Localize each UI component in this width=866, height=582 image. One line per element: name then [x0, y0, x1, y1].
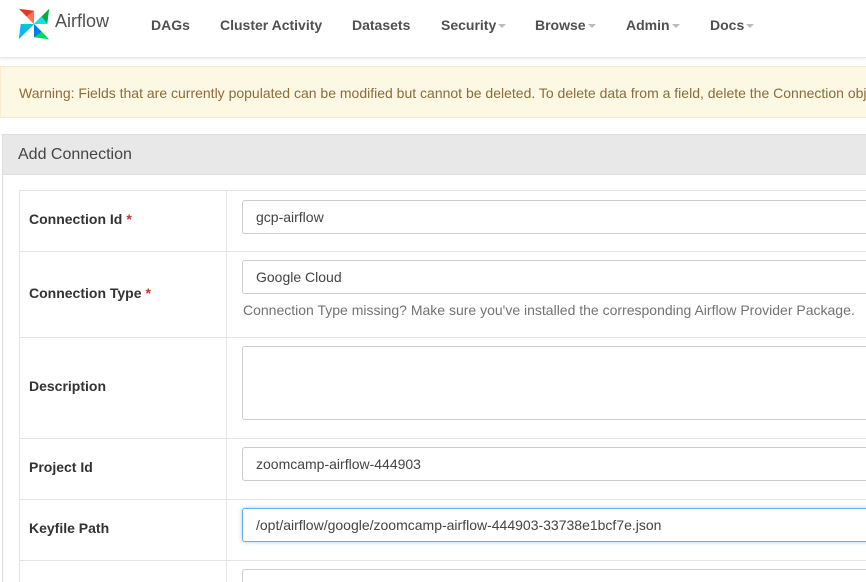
form-row-keyfile-path: Keyfile Path /opt/airflow/google/zoomcam…: [19, 500, 866, 561]
caret-down-icon: [587, 24, 596, 28]
required-marker: *: [145, 285, 151, 301]
project-id-label: Project Id: [29, 459, 93, 475]
form-label-cell: Description: [20, 338, 227, 438]
connection-id-label-text: Connection Id: [29, 211, 123, 227]
description-textarea[interactable]: [242, 346, 866, 420]
form-label-cell: Connection Type *: [20, 252, 227, 337]
form-label-cell: Keyfile Path: [20, 500, 227, 560]
form-row-connection-id: Connection Id * gcp-airflow: [19, 191, 866, 252]
caret-down-icon: [746, 24, 755, 28]
nav-dags[interactable]: DAGs: [151, 17, 190, 33]
keyfile-path-label: Keyfile Path: [29, 520, 110, 536]
form-row-connection-type: Connection Type * Google Cloud Connection…: [19, 252, 866, 338]
top-navbar: Airflow DAGs Cluster Activity Datasets S…: [0, 0, 866, 58]
caret-down-icon: [498, 24, 507, 28]
description-label: Description: [29, 378, 107, 394]
airflow-pinwheel-icon: [18, 8, 50, 40]
nav-datasets[interactable]: Datasets: [352, 17, 410, 33]
add-connection-panel: Add Connection Connection Id * gcp-airflo…: [2, 134, 866, 582]
nav-admin[interactable]: Admin: [626, 17, 680, 33]
project-id-input[interactable]: zoomcamp-airflow-444903: [242, 447, 866, 481]
nav-docs[interactable]: Docs: [710, 17, 755, 33]
connection-id-input[interactable]: gcp-airflow: [242, 200, 866, 234]
warning-alert: Warning: Fields that are currently popul…: [0, 66, 866, 118]
required-marker: *: [126, 211, 132, 227]
form-label-cell: [20, 561, 227, 582]
brand-name: Airflow: [55, 10, 110, 31]
connection-form: Connection Id * gcp-airflow Connection Ty…: [19, 190, 866, 582]
connection-type-select[interactable]: Google Cloud: [242, 260, 866, 294]
next-field-input[interactable]: [242, 569, 866, 582]
nav-security-label: Security: [441, 17, 497, 33]
keyfile-path-input[interactable]: /opt/airflow/google/zoomcamp-airflow-444…: [242, 508, 866, 542]
caret-down-icon: [671, 24, 680, 28]
nav-browse[interactable]: Browse: [535, 17, 596, 33]
warning-text: Warning: Fields that are currently popul…: [19, 85, 866, 101]
form-label-cell: Connection Id *: [20, 191, 227, 251]
form-label-cell: Project Id: [20, 439, 227, 499]
nav-admin-label: Admin: [626, 17, 670, 33]
connection-type-help-text: Connection Type missing? Make sure you'v…: [243, 302, 855, 318]
connection-type-label: Connection Type *: [29, 285, 151, 301]
nav-browse-label: Browse: [535, 17, 586, 33]
panel-title: Add Connection: [18, 146, 132, 163]
form-row-project-id: Project Id zoomcamp-airflow-444903: [19, 439, 866, 500]
form-row-description: Description: [19, 338, 866, 439]
brand-link[interactable]: Airflow: [15, 5, 109, 43]
nav-cluster-activity-label: Cluster Activity: [220, 17, 323, 33]
nav-security[interactable]: Security: [441, 17, 507, 33]
connection-type-label-text: Connection Type: [29, 285, 142, 301]
nav-cluster-activity[interactable]: Cluster Activity: [220, 17, 322, 33]
form-row-next: [19, 561, 866, 582]
panel-heading: Add Connection: [3, 135, 866, 175]
nav-docs-label: Docs: [710, 17, 745, 33]
nav-datasets-label: Datasets: [352, 17, 411, 33]
nav-dags-label: DAGs: [151, 17, 190, 33]
connection-id-label: Connection Id *: [29, 211, 132, 227]
